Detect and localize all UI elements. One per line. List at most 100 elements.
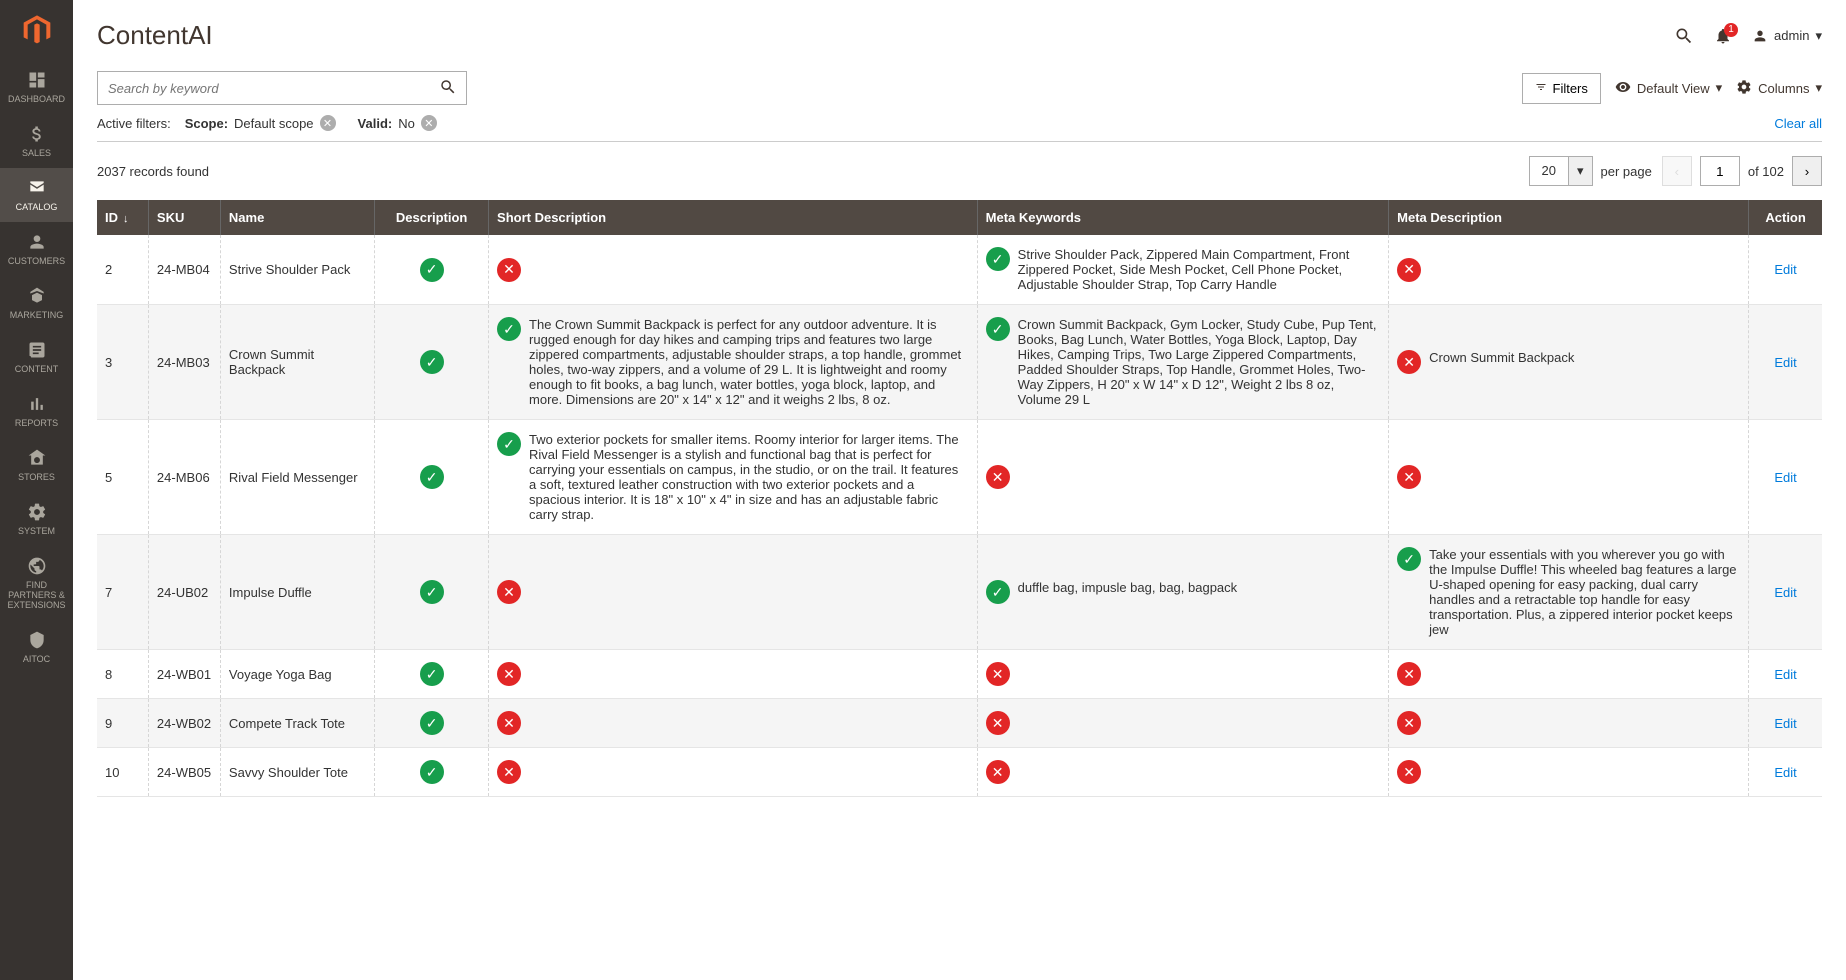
search-input[interactable] xyxy=(97,71,467,105)
table-row[interactable]: 9 24-WB02 Compete Track Tote ✓ ✕ ✕ ✕ Edi… xyxy=(97,699,1822,748)
table-row[interactable]: 3 24-MB03 Crown Summit Backpack ✓ ✓The C… xyxy=(97,305,1822,420)
check-icon: ✓ xyxy=(420,350,444,374)
keyword-search xyxy=(97,71,467,105)
clear-all-filters[interactable]: Clear all xyxy=(1774,116,1822,131)
nav-icon xyxy=(27,394,47,414)
nav-icon xyxy=(27,124,47,144)
page-title: ContentAI xyxy=(97,20,213,51)
edit-link[interactable]: Edit xyxy=(1774,716,1796,731)
column-header[interactable]: Meta Keywords xyxy=(977,200,1388,235)
search-icon[interactable] xyxy=(439,78,457,101)
table-row[interactable]: 5 24-MB06 Rival Field Messenger ✓ ✓Two e… xyxy=(97,420,1822,535)
sidebar-item-customers[interactable]: CUSTOMERS xyxy=(0,222,73,276)
notifications-button[interactable]: 1 xyxy=(1714,27,1732,45)
check-icon: ✓ xyxy=(420,711,444,735)
x-icon: ✕ xyxy=(1397,760,1421,784)
magento-logo[interactable] xyxy=(0,0,73,60)
nav-icon xyxy=(27,232,47,252)
prev-page-button[interactable]: ‹ xyxy=(1662,156,1692,186)
table-row[interactable]: 2 24-MB04 Strive Shoulder Pack ✓ ✕ ✓Stri… xyxy=(97,235,1822,305)
chevron-down-icon: ▾ xyxy=(1716,80,1723,96)
x-icon: ✕ xyxy=(1397,711,1421,735)
column-header[interactable]: Meta Description xyxy=(1389,200,1749,235)
sidebar-item-reports[interactable]: REPORTS xyxy=(0,384,73,438)
gear-icon xyxy=(1736,79,1752,98)
sidebar-item-system[interactable]: SYSTEM xyxy=(0,492,73,546)
x-icon: ✕ xyxy=(1397,465,1421,489)
column-header[interactable]: Short Description xyxy=(489,200,978,235)
nav-icon xyxy=(27,630,47,650)
x-icon: ✕ xyxy=(497,662,521,686)
edit-link[interactable]: Edit xyxy=(1774,667,1796,682)
nav-icon xyxy=(27,448,47,468)
filters-button[interactable]: Filters xyxy=(1522,73,1601,104)
per-page-select[interactable]: 20 ▾ xyxy=(1529,156,1593,186)
check-icon: ✓ xyxy=(986,247,1010,271)
admin-account-dropdown[interactable]: admin ▾ xyxy=(1752,28,1822,44)
table-row[interactable]: 8 24-WB01 Voyage Yoga Bag ✓ ✕ ✕ ✕ Edit xyxy=(97,650,1822,699)
edit-link[interactable]: Edit xyxy=(1774,355,1796,370)
records-found: 2037 records found xyxy=(97,164,209,179)
filter-chip: Valid: No ✕ xyxy=(358,115,437,131)
nav-icon xyxy=(27,70,47,90)
sidebar-item-catalog[interactable]: CATALOG xyxy=(0,168,73,222)
check-icon: ✓ xyxy=(497,317,521,341)
x-icon: ✕ xyxy=(1397,258,1421,282)
x-icon: ✕ xyxy=(497,760,521,784)
products-table: ID ↓SKUNameDescriptionShort DescriptionM… xyxy=(97,200,1822,797)
table-row[interactable]: 7 24-UB02 Impulse Duffle ✓ ✕ ✓duffle bag… xyxy=(97,535,1822,650)
column-header[interactable]: Name xyxy=(220,200,374,235)
edit-link[interactable]: Edit xyxy=(1774,585,1796,600)
edit-link[interactable]: Edit xyxy=(1774,765,1796,780)
sidebar-item-find-partners-extensions[interactable]: FIND PARTNERS & EXTENSIONS xyxy=(0,546,73,620)
sort-indicator: ↓ xyxy=(120,213,129,225)
search-toggle-button[interactable] xyxy=(1674,26,1694,46)
active-filters-bar: Active filters: Scope: Default scope ✕ Va… xyxy=(97,115,1822,142)
remove-filter-icon[interactable]: ✕ xyxy=(421,115,437,131)
edit-link[interactable]: Edit xyxy=(1774,262,1796,277)
main-content: ContentAI 1 admin ▾ Filters xyxy=(73,0,1846,980)
edit-link[interactable]: Edit xyxy=(1774,470,1796,485)
admin-username: admin xyxy=(1774,28,1809,43)
check-icon: ✓ xyxy=(420,465,444,489)
x-icon: ✕ xyxy=(497,580,521,604)
x-icon: ✕ xyxy=(1397,350,1421,374)
sidebar: DASHBOARDSALESCATALOGCUSTOMERSMARKETINGC… xyxy=(0,0,73,980)
notification-badge: 1 xyxy=(1724,23,1738,37)
chevron-down-icon[interactable]: ▾ xyxy=(1568,157,1592,185)
filter-chip: Scope: Default scope ✕ xyxy=(185,115,336,131)
column-header[interactable]: Action xyxy=(1749,200,1822,235)
check-icon: ✓ xyxy=(986,317,1010,341)
total-pages: of 102 xyxy=(1748,164,1784,179)
column-header[interactable]: SKU xyxy=(148,200,220,235)
nav-icon xyxy=(27,340,47,360)
columns-dropdown[interactable]: Columns ▾ xyxy=(1736,79,1822,98)
check-icon: ✓ xyxy=(986,580,1010,604)
nav-icon xyxy=(27,286,47,306)
x-icon: ✕ xyxy=(986,711,1010,735)
chevron-down-icon: ▾ xyxy=(1815,28,1822,44)
sidebar-item-dashboard[interactable]: DASHBOARD xyxy=(0,60,73,114)
sidebar-item-sales[interactable]: SALES xyxy=(0,114,73,168)
table-row[interactable]: 10 24-WB05 Savvy Shoulder Tote ✓ ✕ ✕ ✕ E… xyxy=(97,748,1822,797)
funnel-icon xyxy=(1535,81,1547,96)
default-view-dropdown[interactable]: Default View ▾ xyxy=(1615,79,1722,98)
page-input[interactable] xyxy=(1700,156,1740,186)
remove-filter-icon[interactable]: ✕ xyxy=(320,115,336,131)
check-icon: ✓ xyxy=(420,580,444,604)
x-icon: ✕ xyxy=(986,760,1010,784)
sidebar-item-aitoc[interactable]: AITOC xyxy=(0,620,73,674)
active-filters-label: Active filters: xyxy=(97,116,171,131)
sidebar-item-stores[interactable]: STORES xyxy=(0,438,73,492)
check-icon: ✓ xyxy=(420,760,444,784)
sidebar-item-content[interactable]: CONTENT xyxy=(0,330,73,384)
nav-icon xyxy=(27,178,47,198)
column-header[interactable]: Description xyxy=(375,200,489,235)
column-header[interactable]: ID ↓ xyxy=(97,200,148,235)
next-page-button[interactable]: › xyxy=(1792,156,1822,186)
check-icon: ✓ xyxy=(1397,547,1421,571)
nav-icon xyxy=(27,556,47,576)
chevron-down-icon: ▾ xyxy=(1815,80,1822,96)
x-icon: ✕ xyxy=(986,465,1010,489)
sidebar-item-marketing[interactable]: MARKETING xyxy=(0,276,73,330)
